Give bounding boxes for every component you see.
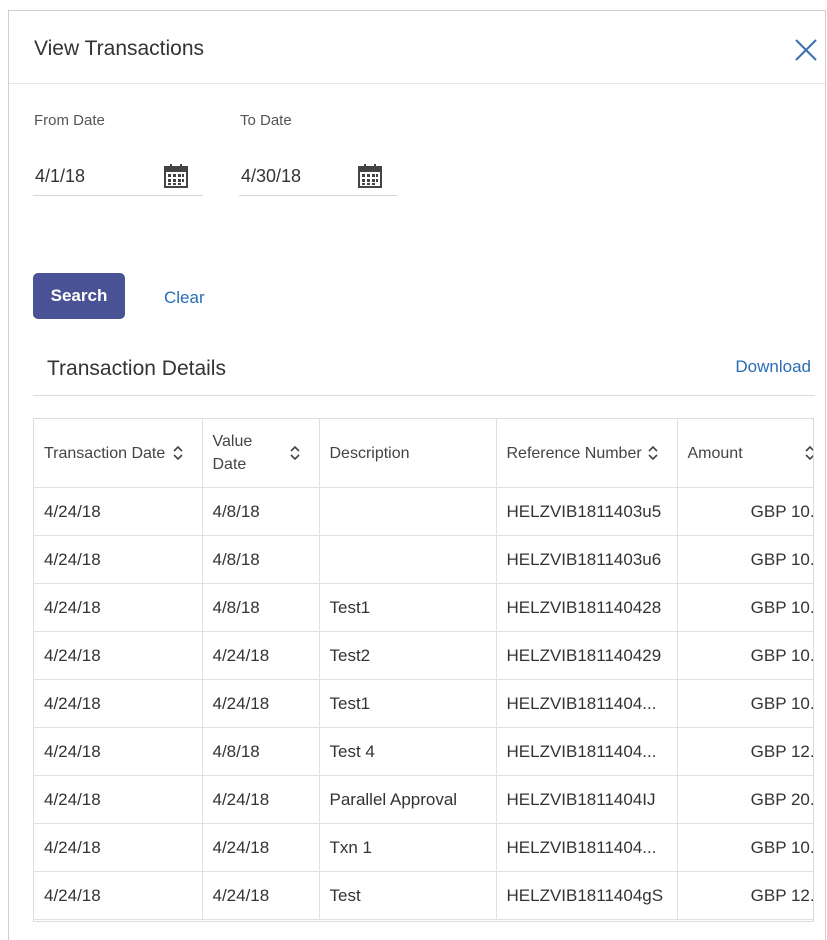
cell-description: Test 4 (319, 727, 497, 776)
cell-reference-number: HELZVIB1811403u6 (496, 535, 678, 584)
calendar-icon[interactable] (162, 162, 190, 190)
table-header-row: Transaction Date Value Date Description Ref… (34, 419, 815, 488)
from-date-label: From Date (34, 112, 105, 129)
cell-transaction-date: 4/24/18 (34, 823, 203, 872)
sort-icon[interactable] (804, 445, 815, 461)
close-icon (795, 39, 817, 61)
cell-reference-number: HELZVIB181140428 (496, 583, 678, 632)
cell-description (319, 487, 497, 536)
dialog-title: View Transactions (34, 37, 205, 60)
table-row[interactable]: 4/24/18 4/24/18 Test2 HELZVIB181140429 GBP 1… (34, 631, 813, 680)
table-row[interactable]: 4/24/184/8/18 HELZVIB1811403u5GBP 10.00 (34, 487, 813, 536)
cell-transaction-date: 4/24/18 (34, 535, 203, 584)
cell-value-date: 4/8/18 (202, 583, 320, 632)
cell-transaction-date: 4/24/18 (34, 775, 203, 824)
cell-description: Test2 (319, 631, 497, 680)
cell-value-date: 4/24/18 (202, 679, 320, 728)
table-row[interactable]: 4/24/18 4/24/18 Test1 HELZVIB1811404... GBP … (34, 679, 813, 728)
cell-reference-number: HELZVIB1811404gS (496, 871, 678, 920)
cell-value-date: 4/24/18 (202, 871, 320, 920)
cell-value-date: 4/8/18 (202, 727, 320, 776)
cell-reference-number: HELZVIB1811404... (496, 823, 678, 872)
from-date-field[interactable]: 4/1/18 (33, 156, 203, 196)
table-row[interactable]: 4/24/18 4/24/18 Parallel Approval HELZVIB18… (34, 775, 813, 824)
cell-transaction-date: 4/24/18 (34, 679, 203, 728)
cell-reference-number: HELZVIB1811404IJ (496, 775, 678, 824)
to-date-label: To Date (240, 112, 292, 129)
column-header-label: Amount (687, 444, 743, 462)
table-row[interactable]: 4/24/18 4/24/18 Test HELZVIB1811404gS GBP 12… (34, 871, 813, 920)
cell-transaction-date: 4/24/18 (34, 583, 203, 632)
cell-amount: GBP 12.00 (677, 727, 813, 776)
view-transactions-dialog: View Transactions From Date 4/1/18 To Da… (8, 10, 826, 940)
close-button[interactable] (793, 37, 819, 63)
cell-reference-number: HELZVIB1811404... (496, 727, 678, 776)
table-row[interactable]: 4/24/18 4/24/18 Txn 1 HELZVIB1811404... GBP … (34, 823, 813, 872)
cell-value-date: 4/24/18 (202, 631, 320, 680)
cell-description: Test1 (319, 583, 497, 632)
cell-reference-number: HELZVIB1811403u5 (496, 487, 678, 536)
cell-transaction-date: 4/24/18 (34, 631, 203, 680)
column-header-description: Description (319, 419, 497, 488)
column-header-label: Value Date (212, 433, 253, 473)
sort-icon[interactable] (647, 445, 659, 461)
cell-value-date: 4/8/18 (202, 535, 320, 584)
cell-reference-number: HELZVIB1811404... (496, 679, 678, 728)
dialog-header: View Transactions (9, 11, 825, 84)
cell-description: Txn 1 (319, 823, 497, 872)
cell-amount: GBP 10.00 (677, 535, 813, 584)
download-link[interactable]: Download (735, 357, 811, 377)
cell-description: Test1 (319, 679, 497, 728)
table-row[interactable]: 4/24/18 4/8/18 Test 4 HELZVIB1811404... GBP … (34, 727, 813, 776)
clear-link[interactable]: Clear (164, 288, 205, 308)
column-header-label: Description (329, 444, 410, 462)
cell-description (319, 535, 497, 584)
column-header-label: Transaction Date (44, 444, 166, 462)
from-date-value: 4/1/18 (35, 166, 86, 186)
cell-amount: GBP 12.00 (677, 871, 813, 920)
cell-description: Parallel Approval (319, 775, 497, 824)
cell-transaction-date: 4/24/18 (34, 727, 203, 776)
calendar-icon[interactable] (356, 162, 384, 190)
column-header-reference-number[interactable]: Reference Number (496, 419, 678, 488)
cell-amount: GBP 20.00 (677, 775, 813, 824)
cell-transaction-date: 4/24/18 (34, 487, 203, 536)
cell-value-date: 4/24/18 (202, 775, 320, 824)
cell-description: Test (319, 871, 497, 920)
to-date-value: 4/30/18 (241, 166, 302, 186)
table-row[interactable]: 4/24/18 4/8/18 Test1 HELZVIB181140428 GBP 10… (34, 583, 813, 632)
cell-amount: GBP 10.00 (677, 679, 813, 728)
sort-icon[interactable] (172, 445, 184, 461)
section-divider (33, 395, 815, 396)
column-header-transaction-date[interactable]: Transaction Date (34, 419, 203, 488)
transaction-details-title: Transaction Details (47, 357, 226, 380)
cell-transaction-date: 4/24/18 (34, 871, 203, 920)
search-button[interactable]: Search (33, 273, 125, 319)
column-header-amount[interactable]: Amount (677, 419, 815, 488)
column-header-label: Reference Number (506, 444, 642, 462)
cell-amount: GBP 10.00 (677, 823, 813, 872)
cell-amount: GBP 10.00 (677, 583, 813, 632)
to-date-field[interactable]: 4/30/18 (239, 156, 397, 196)
cell-value-date: 4/8/18 (202, 487, 320, 536)
sort-icon[interactable] (289, 445, 301, 461)
table-row[interactable]: 4/24/184/8/18 HELZVIB1811403u6GBP 10.00 (34, 535, 813, 584)
cell-reference-number: HELZVIB181140429 (496, 631, 678, 680)
cell-amount: GBP 10.00 (677, 487, 813, 536)
transactions-table: Transaction Date Value Date Description Ref… (33, 418, 814, 922)
cell-value-date: 4/24/18 (202, 823, 320, 872)
column-header-value-date[interactable]: Value Date (202, 419, 320, 488)
cell-amount: GBP 10.00 (677, 631, 813, 680)
